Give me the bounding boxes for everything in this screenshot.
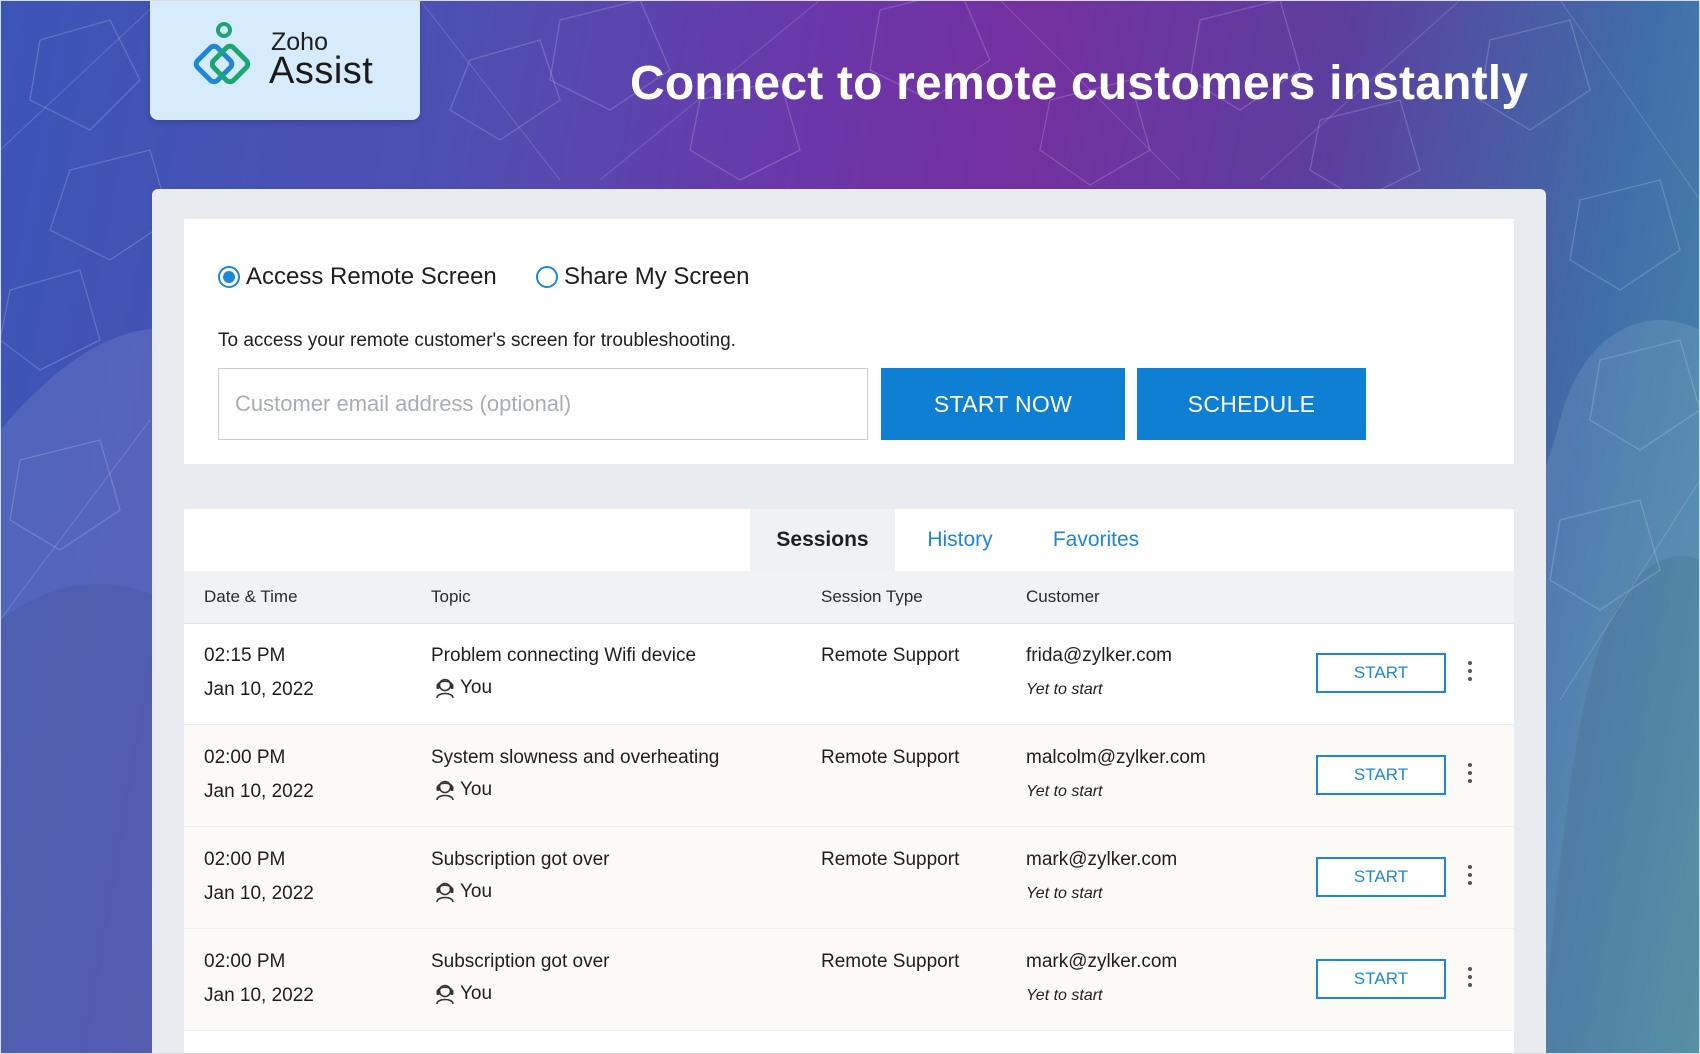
session-status: Yet to start <box>1026 783 1103 800</box>
more-options-icon[interactable] <box>1461 759 1479 791</box>
radio-unselected-indicator[interactable] <box>536 266 558 288</box>
radio-selected-indicator[interactable] <box>218 266 240 288</box>
session-owner-label: You <box>460 881 493 902</box>
tab-history[interactable]: History <box>900 509 1020 571</box>
session-topic: Subscription got over <box>431 849 610 870</box>
session-owner: You <box>435 779 492 801</box>
session-topic: System slowness and overheating <box>431 747 720 768</box>
column-header-customer: Customer <box>1026 587 1100 606</box>
session-type: Remote Support <box>821 849 960 870</box>
session-status: Yet to start <box>1026 885 1103 902</box>
tab-favorites[interactable]: Favorites <box>1036 509 1156 571</box>
session-time: 02:00 PM <box>204 951 286 972</box>
start-session-button[interactable]: START <box>1316 755 1446 795</box>
radio-access-remote-screen[interactable]: Access Remote Screen <box>218 263 497 291</box>
start-session-button[interactable]: START <box>1316 653 1446 693</box>
brand-name-large: Assist <box>269 50 374 92</box>
start-session-button[interactable]: START <box>1316 959 1446 999</box>
app-window: Zoho Assist Connect to remote customers … <box>0 0 1700 1054</box>
zoho-assist-logo-icon <box>193 22 251 85</box>
session-date: Jan 10, 2022 <box>204 781 314 802</box>
session-owner: You <box>435 983 492 1005</box>
connect-card: Access Remote Screen Share My Screen To … <box>184 219 1514 464</box>
technician-icon <box>436 984 454 1005</box>
customer-email: mark@zylker.com <box>1026 849 1178 870</box>
session-type: Remote Support <box>821 645 960 666</box>
session-time: 02:15 PM <box>204 645 286 666</box>
schedule-button[interactable]: SCHEDULE <box>1137 368 1366 440</box>
session-owner-label: You <box>460 983 493 1004</box>
more-options-icon[interactable] <box>1461 861 1479 893</box>
sessions-card: Sessions History Favorites Date & Time T… <box>184 509 1514 1054</box>
page-headline: Connect to remote customers instantly <box>630 57 1529 110</box>
session-time: 02:00 PM <box>204 747 286 768</box>
session-topic: Problem connecting Wifi device <box>431 645 697 666</box>
mode-description: To access your remote customer's screen … <box>218 330 736 351</box>
column-header-session-type: Session Type <box>821 587 923 606</box>
column-header-date-time: Date & Time <box>204 587 298 606</box>
radio-label: Share My Screen <box>564 263 750 290</box>
radio-share-my-screen[interactable]: Share My Screen <box>536 263 749 291</box>
radio-label: Access Remote Screen <box>246 263 497 290</box>
session-tabs: Sessions History Favorites <box>184 509 1514 571</box>
session-owner-label: You <box>460 677 493 698</box>
session-topic: Subscription got over <box>431 951 610 972</box>
more-options-icon[interactable] <box>1461 963 1479 995</box>
table-row: 02:00 PM Jan 10, 2022 Subscription got o… <box>184 827 1514 929</box>
session-date: Jan 10, 2022 <box>204 883 314 904</box>
brand-logo[interactable]: Zoho Assist <box>150 0 420 120</box>
start-now-button[interactable]: START NOW <box>881 368 1125 440</box>
more-options-icon[interactable] <box>1461 657 1479 689</box>
start-session-button[interactable]: START <box>1316 857 1446 897</box>
table-row: 02:15 PM Jan 10, 2022 Problem connecting… <box>184 623 1514 725</box>
session-status: Yet to start <box>1026 681 1103 698</box>
customer-email-input[interactable] <box>218 368 868 440</box>
tab-sessions[interactable]: Sessions <box>750 509 895 571</box>
table-header: Date & Time Topic Session Type Customer <box>184 571 1514 624</box>
session-owner: You <box>435 677 492 699</box>
column-header-topic: Topic <box>431 587 471 606</box>
customer-email: mark@zylker.com <box>1026 951 1178 972</box>
main-panel: Access Remote Screen Share My Screen To … <box>152 189 1546 1054</box>
session-owner: You <box>435 881 492 903</box>
technician-icon <box>436 678 454 699</box>
session-date: Jan 10, 2022 <box>204 985 314 1006</box>
session-time: 02:00 PM <box>204 849 286 870</box>
technician-icon <box>436 780 454 801</box>
technician-icon <box>436 882 454 903</box>
table-row: 02:00 PM Jan 10, 2022 Subscription got o… <box>184 929 1514 1031</box>
session-type: Remote Support <box>821 951 960 972</box>
session-date: Jan 10, 2022 <box>204 679 314 700</box>
customer-email: frida@zylker.com <box>1026 645 1172 666</box>
session-status: Yet to start <box>1026 987 1103 1004</box>
table-row: 02:00 PM Jan 10, 2022 System slowness an… <box>184 725 1514 827</box>
session-type: Remote Support <box>821 747 960 768</box>
session-owner-label: You <box>460 779 493 800</box>
customer-email: malcolm@zylker.com <box>1026 747 1206 768</box>
